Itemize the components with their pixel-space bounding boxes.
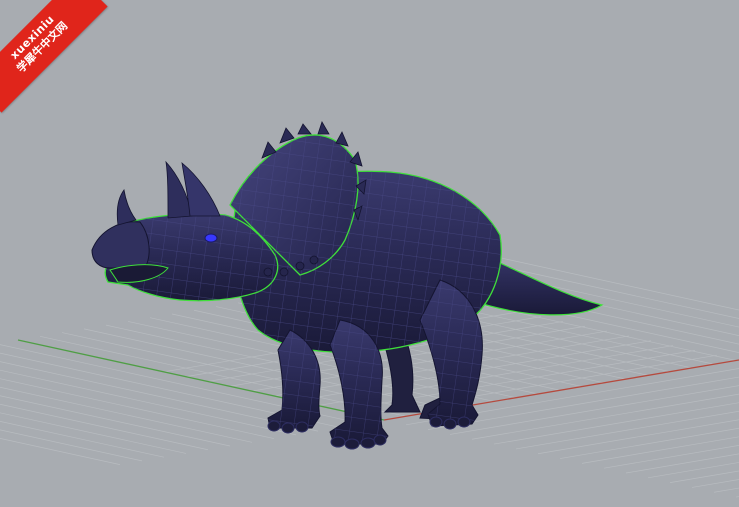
grid-line (515, 410, 739, 450)
perspective-viewport[interactable]: xuexiniu 学犀牛中文网 (0, 0, 739, 507)
triceratops-model[interactable] (91, 121, 604, 450)
grid-line (0, 438, 121, 465)
grid-line (449, 385, 739, 435)
site-watermark: xuexiniu 学犀牛中文网 (0, 0, 110, 113)
snout[interactable] (91, 221, 150, 269)
grid-line (603, 445, 739, 469)
grid-line (0, 420, 165, 458)
grid-line (493, 402, 739, 445)
viewport-scene[interactable] (0, 0, 739, 507)
grid-line (669, 470, 739, 483)
eye (204, 233, 218, 243)
grid-line (0, 429, 143, 462)
watermark-ribbon: xuexiniu 学犀牛中文网 (0, 0, 108, 113)
nose-horn[interactable] (116, 189, 137, 226)
grid-line (625, 453, 739, 474)
grid-line (691, 479, 739, 488)
grid-line (0, 369, 297, 436)
